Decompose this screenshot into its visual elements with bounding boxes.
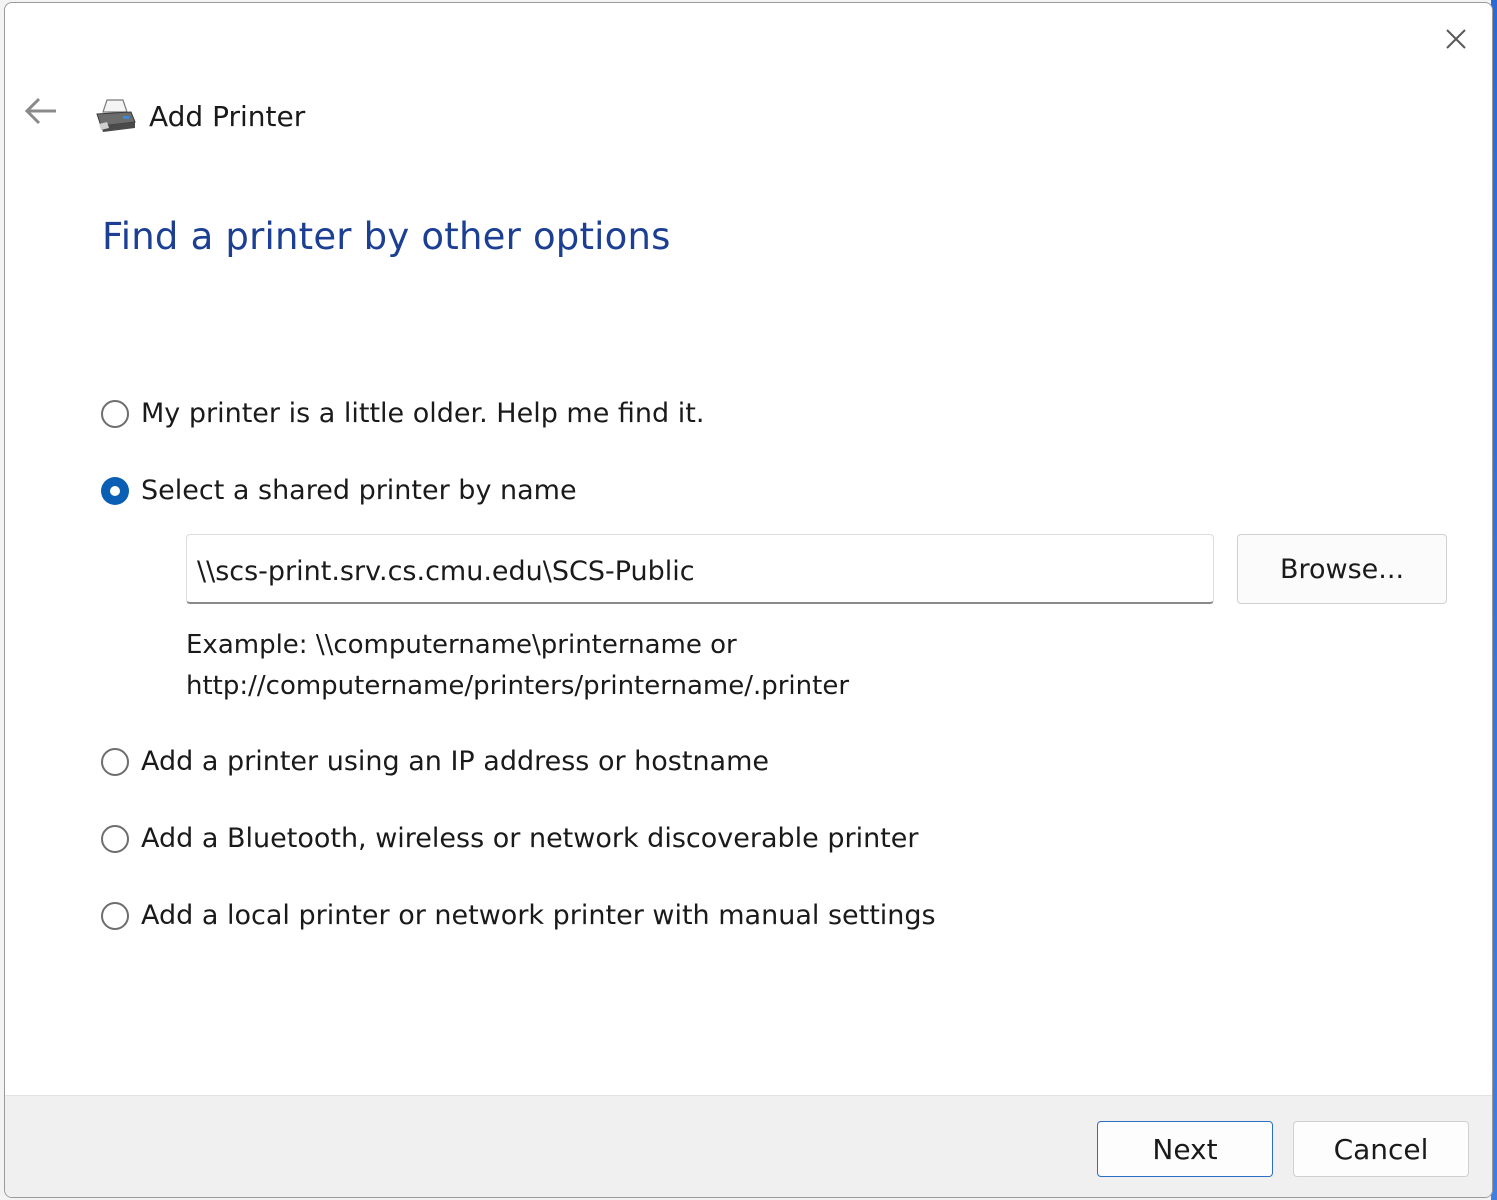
browse-button[interactable]: Browse... bbox=[1237, 534, 1447, 604]
option-label: Add a Bluetooth, wireless or network dis… bbox=[141, 823, 919, 854]
radio-older-printer[interactable] bbox=[101, 399, 129, 428]
next-button[interactable]: Next bbox=[1097, 1121, 1273, 1177]
example-line-2: http://computername/printers/printername… bbox=[186, 671, 850, 701]
add-printer-dialog: Add Printer Find a printer by other opti… bbox=[4, 2, 1493, 1198]
shared-printer-name-input[interactable] bbox=[186, 534, 1214, 604]
close-icon bbox=[1446, 29, 1466, 49]
dialog-footer: Next Cancel bbox=[5, 1095, 1492, 1197]
option-ip-address[interactable]: Add a printer using an IP address or hos… bbox=[101, 746, 769, 777]
printer-icon bbox=[96, 99, 136, 132]
radio-shared-printer[interactable] bbox=[101, 476, 129, 505]
radio-ip-address[interactable] bbox=[101, 747, 129, 776]
radio-bluetooth-wireless[interactable] bbox=[101, 824, 129, 853]
back-arrow-icon bbox=[24, 97, 56, 125]
option-label: Add a local printer or network printer w… bbox=[141, 900, 936, 931]
radio-local-manual[interactable] bbox=[101, 901, 129, 930]
option-label: Add a printer using an IP address or hos… bbox=[141, 746, 770, 777]
example-line-1: Example: \\computername\printername or bbox=[186, 630, 737, 660]
cancel-button[interactable]: Cancel bbox=[1293, 1121, 1469, 1177]
option-local-manual[interactable]: Add a local printer or network printer w… bbox=[101, 900, 936, 931]
option-shared-printer[interactable]: Select a shared printer by name bbox=[101, 475, 577, 506]
option-label: Select a shared printer by name bbox=[141, 475, 577, 506]
dialog-header: Add Printer bbox=[95, 93, 305, 139]
page-heading: Find a printer by other options bbox=[102, 215, 671, 258]
dialog-title: Add Printer bbox=[149, 99, 306, 133]
option-bluetooth-wireless[interactable]: Add a Bluetooth, wireless or network dis… bbox=[101, 823, 918, 854]
example-text: Example: \\computername\printername or h… bbox=[186, 625, 849, 707]
option-label: My printer is a little older. Help me fi… bbox=[141, 398, 705, 429]
option-older-printer[interactable]: My printer is a little older. Help me fi… bbox=[101, 398, 704, 429]
back-button[interactable] bbox=[21, 91, 61, 131]
close-button[interactable] bbox=[1434, 17, 1478, 61]
